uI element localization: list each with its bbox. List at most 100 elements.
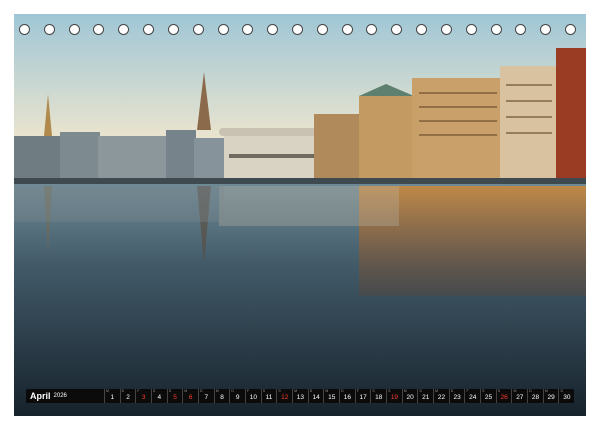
binding-ring	[292, 24, 303, 35]
binding-ring	[43, 24, 55, 35]
day-cell: D 14	[307, 389, 324, 403]
day-number: 5	[173, 393, 177, 401]
weekday-letter: M	[544, 389, 548, 393]
day-cell: D 30	[558, 389, 574, 403]
day-number: 12	[281, 393, 289, 401]
day-number: 9	[235, 393, 240, 401]
day-cell: F 24	[464, 389, 480, 403]
weekday-letter: S	[262, 389, 266, 393]
weekday-letter: S	[278, 389, 281, 393]
binding-ring	[341, 24, 353, 35]
weekday-letter: F	[137, 389, 140, 393]
day-cell: D 23	[448, 389, 465, 403]
day-cell: M 20	[401, 389, 418, 403]
day-number: 30	[563, 393, 571, 401]
day-cell: M 15	[323, 389, 339, 403]
day-cell: D 28	[527, 389, 543, 403]
day-cell: M1	[104, 389, 120, 403]
weekday-letter: S	[153, 389, 156, 393]
day-number: 21	[422, 393, 430, 401]
binding-ring	[540, 24, 552, 35]
weekday-letter: D	[529, 389, 532, 393]
day-cell: M 29	[542, 389, 559, 403]
binding-ring	[93, 24, 105, 35]
weekday-letter: D	[200, 389, 203, 393]
binding-ring	[167, 24, 179, 35]
day-number: 8	[220, 393, 224, 401]
weekday-letter: D	[309, 389, 313, 393]
day-cell: M 13	[292, 389, 308, 403]
day-number: 27	[516, 393, 524, 401]
binding-ring	[192, 24, 204, 35]
weekday-letter: M	[184, 389, 188, 393]
binding-ring	[143, 24, 155, 35]
weekday-letter: F	[247, 389, 250, 393]
weekday-letter: D	[231, 389, 234, 393]
day-cell: S 18	[370, 389, 386, 403]
month-label-box: April 2026	[26, 389, 104, 403]
day-number: 11	[265, 393, 273, 401]
day-cell: D2	[119, 389, 136, 403]
day-cell: S 26	[495, 389, 512, 403]
spiral-binding	[0, 24, 600, 40]
day-cell: F 10	[245, 389, 261, 403]
weekday-letter: M	[106, 389, 109, 393]
day-number: 25	[484, 393, 493, 401]
day-cell: M 27	[511, 389, 527, 403]
weekday-letter: M	[513, 389, 517, 393]
weekday-letter: M	[403, 389, 407, 393]
day-cell: S 19	[386, 389, 402, 403]
day-number: 2	[126, 393, 130, 401]
weekday-letter: D	[121, 389, 125, 393]
day-cell: D 21	[417, 389, 433, 403]
weekday-letter: S	[497, 389, 501, 393]
weekday-letter: D	[341, 389, 344, 393]
day-number: 23	[453, 393, 461, 401]
day-cell: D 16	[339, 389, 355, 403]
day-number: 18	[375, 393, 383, 401]
day-cell: D9	[229, 389, 245, 403]
binding-ring	[267, 24, 279, 35]
weekday-letter: S	[372, 389, 375, 393]
day-cell: S 12	[276, 389, 292, 403]
day-number: 10	[249, 393, 257, 401]
day-number: 15	[328, 393, 336, 401]
weekday-letter: M	[215, 389, 219, 393]
binding-ring	[19, 24, 30, 35]
binding-ring	[565, 24, 576, 35]
day-cell: M6	[182, 389, 198, 403]
quay-wall	[14, 178, 586, 184]
binding-ring	[515, 24, 527, 35]
calendar-photo	[14, 14, 586, 416]
binding-ring	[68, 24, 80, 35]
binding-ring	[490, 24, 502, 35]
day-number: 24	[469, 393, 477, 401]
day-number: 26	[500, 393, 508, 401]
month-label: April	[30, 391, 51, 401]
day-number: 3	[141, 393, 146, 401]
day-number: 13	[296, 393, 305, 401]
binding-ring	[217, 24, 229, 35]
weekday-letter: F	[356, 389, 359, 393]
weekday-letter: F	[466, 389, 469, 393]
binding-ring	[118, 24, 130, 35]
binding-ring	[440, 24, 452, 35]
binding-ring	[242, 24, 254, 35]
day-number: 19	[390, 393, 399, 401]
binding-ring	[416, 24, 428, 35]
day-number: 28	[531, 393, 540, 401]
day-cell: S4	[151, 389, 167, 403]
day-cell: S 11	[260, 389, 277, 403]
day-number: 22	[437, 393, 446, 401]
binding-ring	[391, 24, 403, 35]
weekday-letter: S	[388, 389, 391, 393]
day-number: 14	[312, 393, 320, 401]
day-cell: S5	[166, 389, 183, 403]
day-cell: S 25	[480, 389, 496, 403]
day-cell: F3	[135, 389, 151, 403]
day-number: 1	[110, 393, 115, 401]
weekday-letter: S	[482, 389, 485, 393]
weekday-letter: S	[168, 389, 172, 393]
weekday-letter: D	[560, 389, 564, 393]
day-cell: M 22	[433, 389, 449, 403]
